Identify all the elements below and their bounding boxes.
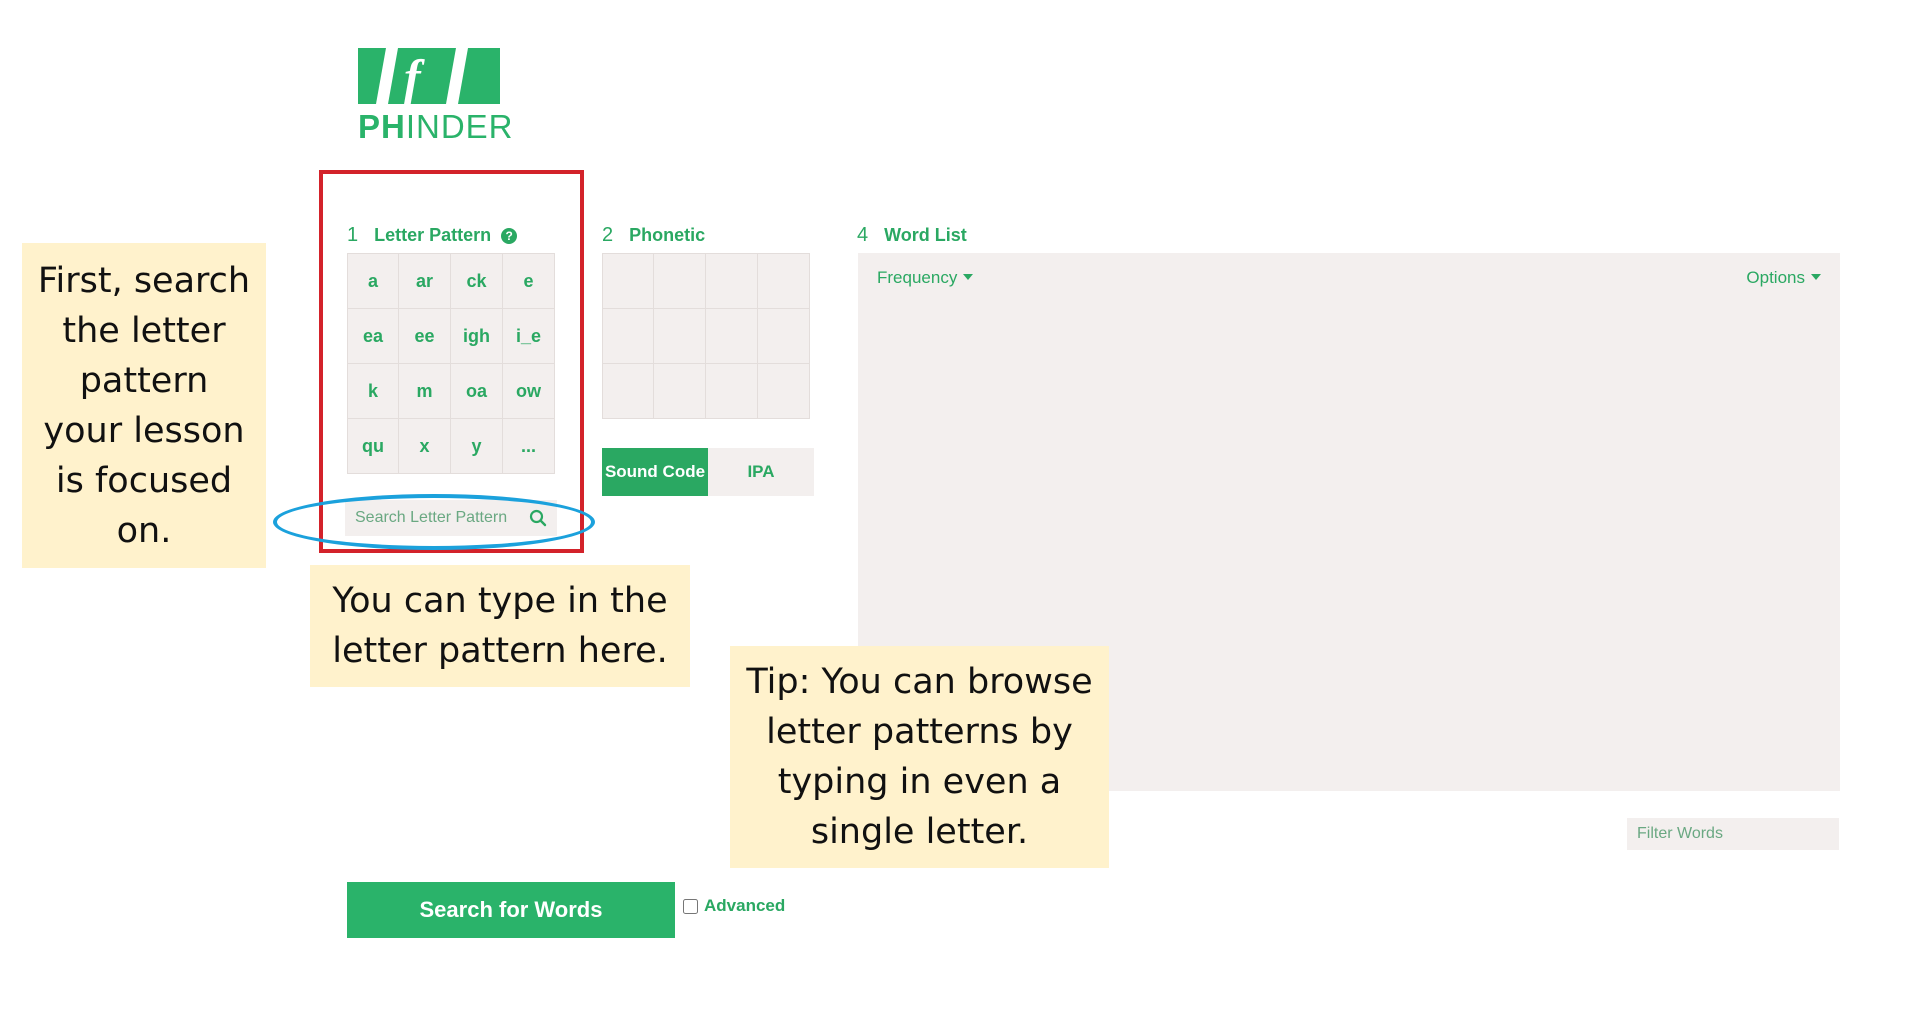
callout-first-search: First, search the letter pattern your lesso… xyxy=(22,243,266,568)
callout-line: letter patterns by xyxy=(766,712,1073,752)
logo-wordmark: PHINDER xyxy=(358,108,514,145)
callout-line: the letter xyxy=(62,310,226,351)
options-dropdown[interactable]: Options xyxy=(1746,268,1821,288)
phonetic-grid xyxy=(602,253,810,419)
filter-words xyxy=(1627,818,1839,850)
phonetic-cell[interactable] xyxy=(654,364,706,419)
logo-mark: f xyxy=(358,48,500,104)
sound-code-button[interactable]: Sound Code xyxy=(602,448,708,496)
phonetic-cell[interactable] xyxy=(654,309,706,364)
phonetic-cell[interactable] xyxy=(602,364,654,419)
callout-line: First, search xyxy=(37,260,251,301)
callout-tip: Tip: You can browse letter patterns by typ… xyxy=(730,646,1109,868)
phonetic-cell[interactable] xyxy=(758,309,810,364)
callout-line: pattern xyxy=(79,360,209,401)
ipa-button[interactable]: IPA xyxy=(708,448,814,496)
callout-type-here: You can type in the letter pattern here. xyxy=(310,565,690,687)
callout-line: You can type in the xyxy=(332,581,668,621)
phinder-logo: f PHINDER xyxy=(358,48,514,145)
advanced-checkbox[interactable] xyxy=(683,898,698,914)
highlight-search-oval xyxy=(273,494,595,550)
search-for-words-button[interactable]: Search for Words xyxy=(347,882,675,938)
phonetic-cell[interactable] xyxy=(602,309,654,364)
callout-line: letter pattern here. xyxy=(332,631,668,671)
phonetic-cell[interactable] xyxy=(654,254,706,309)
phonetic-cell[interactable] xyxy=(602,254,654,309)
callout-line: single letter. xyxy=(810,812,1029,852)
word-list-header: 4 Word List xyxy=(857,224,967,246)
advanced-label: Advanced xyxy=(704,896,786,915)
callout-line: Tip: You can browse xyxy=(746,662,1093,702)
callout-line: is focused xyxy=(55,460,233,501)
callout-line: on. xyxy=(116,510,172,551)
frequency-dropdown[interactable]: Frequency xyxy=(877,268,974,288)
callout-line: typing in even a xyxy=(777,762,1062,802)
phonetic-cell[interactable] xyxy=(706,309,758,364)
chevron-down-icon xyxy=(1811,274,1821,280)
phonetic-cell[interactable] xyxy=(706,364,758,419)
chevron-down-icon xyxy=(963,274,974,280)
phonetic-cell[interactable] xyxy=(758,254,810,309)
phonetic-header: 2 Phonetic xyxy=(602,224,706,246)
phonetic-cell[interactable] xyxy=(758,364,810,419)
phonetic-toggle: Sound Code IPA xyxy=(602,448,814,496)
advanced-option[interactable]: Advanced xyxy=(683,896,785,916)
phonetic-cell[interactable] xyxy=(706,254,758,309)
callout-line: your lesson xyxy=(43,410,245,451)
filter-words-input[interactable] xyxy=(1627,818,1837,850)
